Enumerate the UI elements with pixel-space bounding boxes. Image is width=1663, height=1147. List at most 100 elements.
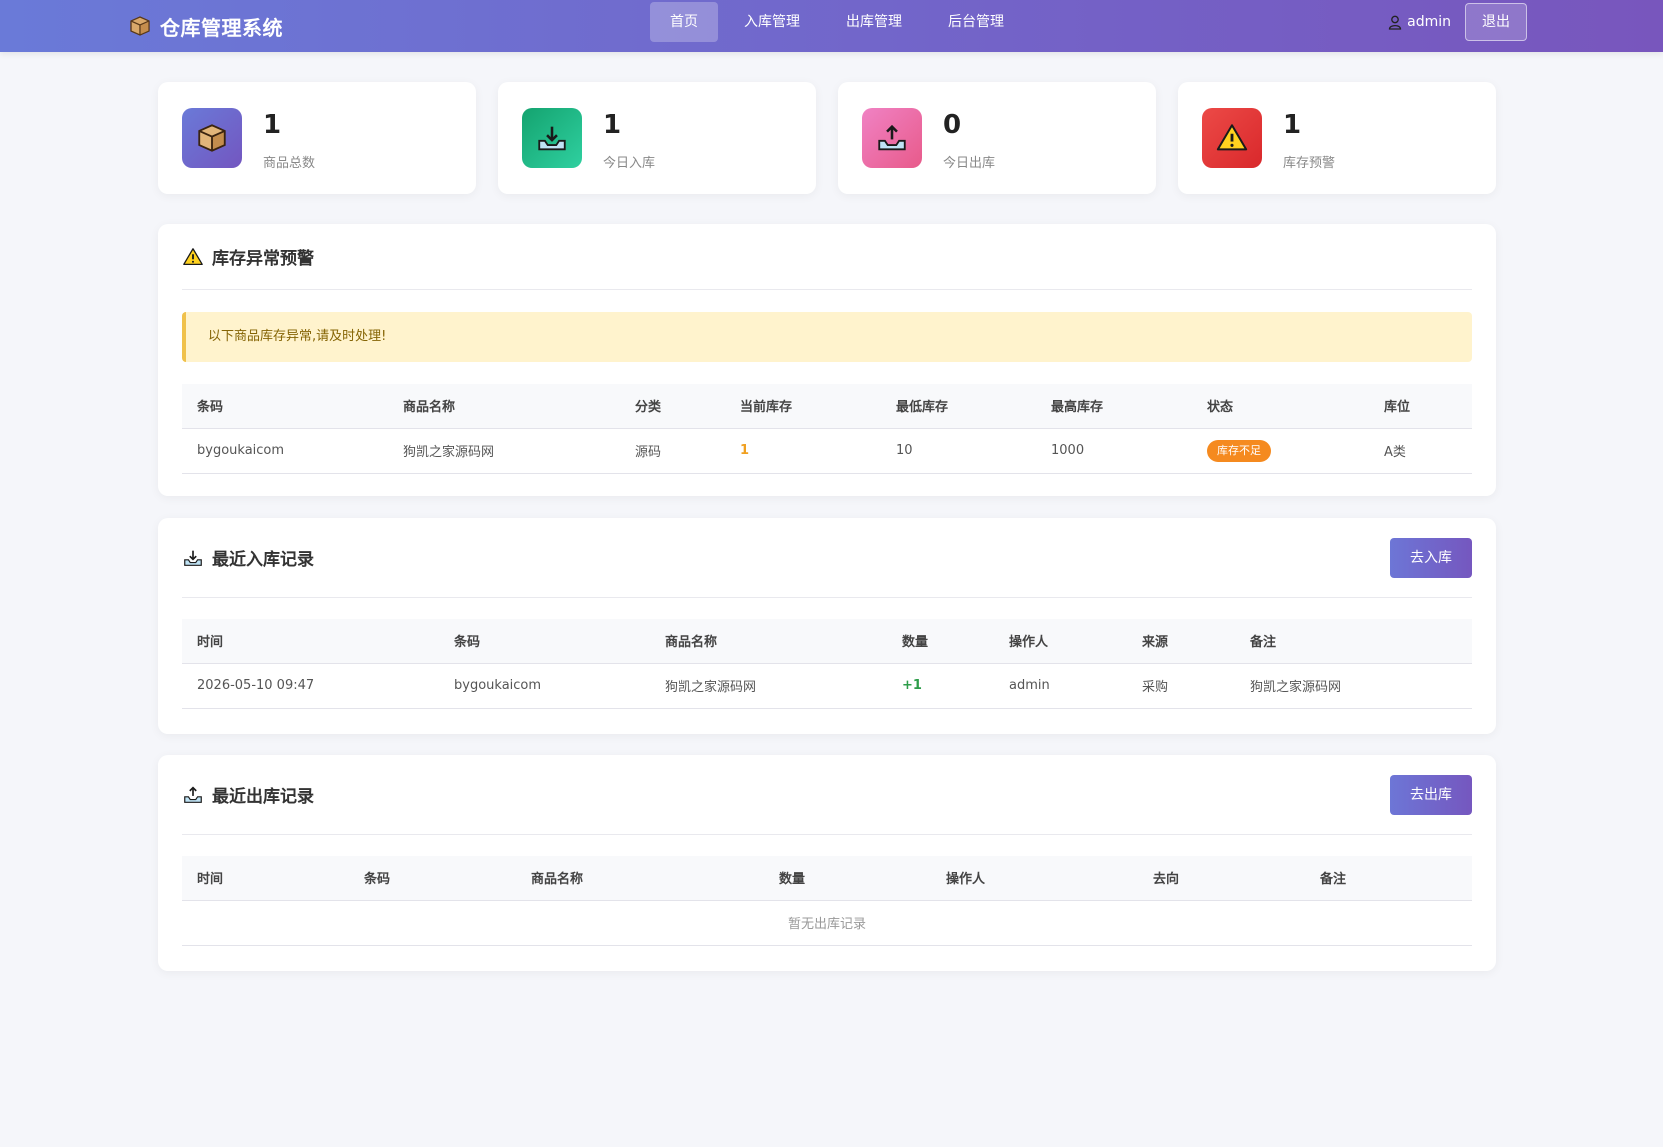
box-icon — [198, 124, 226, 152]
stat-value: 1 — [1283, 110, 1302, 140]
go-outbound-button[interactable]: 去出库 — [1390, 774, 1472, 815]
cell-barcode: bygoukaicom — [182, 428, 388, 474]
stat-card-total-products: 1 商品总数 — [158, 82, 476, 194]
panel-title: 库存异常预警 — [182, 244, 314, 269]
table-header-row: 时间 条码 商品名称 数量 操作人 来源 备注 — [182, 619, 1472, 664]
stat-cards: 1 商品总数 1 今日入库 0 今日出库 1 库存预警 — [158, 82, 1496, 194]
cell-time: 2026-05-10 09:47 — [182, 663, 439, 709]
cell-location: A类 — [1369, 428, 1472, 474]
inbox-in-icon — [184, 550, 202, 566]
column-header: 商品名称 — [388, 384, 620, 429]
stat-badge — [862, 108, 922, 168]
cell-remark: 狗凯之家源码网 — [1235, 663, 1472, 709]
logout-button[interactable]: 退出 — [1465, 3, 1527, 41]
column-header: 来源 — [1127, 619, 1235, 664]
empty-state-text: 暂无出库记录 — [182, 900, 1472, 946]
alert-notice: 以下商品库存异常,请及时处理! — [182, 312, 1472, 362]
column-header: 条码 — [182, 384, 388, 429]
user-area: admin 退出 — [1387, 3, 1527, 41]
nav-home[interactable]: 首页 — [650, 2, 718, 42]
cell-current-stock: 1 — [725, 428, 881, 474]
column-header: 备注 — [1235, 619, 1472, 664]
nav-admin[interactable]: 后台管理 — [928, 2, 1024, 42]
cell-barcode: bygoukaicom — [439, 663, 650, 709]
warning-icon — [183, 247, 203, 265]
column-header: 当前库存 — [725, 384, 881, 429]
panel-title-text: 库存异常预警 — [212, 249, 314, 269]
inbox-in-icon — [538, 126, 566, 151]
nav-outbound[interactable]: 出库管理 — [826, 2, 922, 42]
cell-product-name: 狗凯之家源码网 — [650, 663, 887, 709]
inbox-out-icon — [184, 785, 202, 803]
panel-title: 最近出库记录 — [182, 782, 314, 807]
column-header: 操作人 — [994, 619, 1127, 664]
top-navbar: 仓库管理系统 首页 入库管理 出库管理 后台管理 admin 退出 — [0, 0, 1663, 52]
stat-badge — [1202, 108, 1262, 168]
status-badge: 库存不足 — [1207, 439, 1271, 462]
column-header: 时间 — [182, 856, 349, 901]
column-header: 商品名称 — [650, 619, 887, 664]
box-icon — [130, 16, 150, 36]
alert-table: 条码 商品名称 分类 当前库存 最低库存 最高库存 状态 库位 bygoukai… — [182, 384, 1472, 474]
brand-title: 仓库管理系统 — [160, 15, 283, 40]
brand[interactable]: 仓库管理系统 — [128, 10, 283, 42]
inbound-table: 时间 条码 商品名称 数量 操作人 来源 备注 2026-05-10 09:47… — [182, 619, 1472, 709]
stat-label: 商品总数 — [263, 156, 316, 171]
panel-title: 最近入库记录 — [182, 545, 314, 570]
username: admin — [1407, 14, 1451, 30]
stat-label: 今日入库 — [603, 156, 656, 171]
stat-card-today-inbound: 1 今日入库 — [498, 82, 816, 194]
column-header: 状态 — [1192, 384, 1369, 429]
current-user: admin — [1387, 14, 1451, 30]
stat-label: 今日出库 — [943, 156, 996, 171]
column-header: 操作人 — [931, 856, 1138, 901]
stat-badge — [522, 108, 582, 168]
stock-alert-panel: 库存异常预警 以下商品库存异常,请及时处理! 条码 商品名称 分类 当前库存 最… — [158, 224, 1496, 496]
go-inbound-button[interactable]: 去入库 — [1390, 537, 1472, 578]
table-row: 2026-05-10 09:47 bygoukaicom 狗凯之家源码网 +1 … — [182, 663, 1472, 709]
table-header-row: 条码 商品名称 分类 当前库存 最低库存 最高库存 状态 库位 — [182, 384, 1472, 429]
cell-operator: admin — [994, 663, 1127, 709]
panel-header: 最近入库记录 去入库 — [182, 518, 1472, 598]
stat-value: 1 — [603, 110, 622, 140]
panel-title-text: 最近出库记录 — [212, 787, 314, 807]
panel-title-text: 最近入库记录 — [212, 550, 314, 570]
panel-header: 最近出库记录 去出库 — [182, 755, 1472, 835]
warning-icon — [1216, 124, 1248, 151]
user-icon — [1388, 15, 1402, 30]
column-header: 分类 — [620, 384, 725, 429]
inbox-out-icon — [878, 124, 906, 151]
stat-card-stock-warning: 1 库存预警 — [1178, 82, 1496, 194]
column-header: 条码 — [439, 619, 650, 664]
column-header: 数量 — [887, 619, 994, 664]
cell-source: 采购 — [1127, 663, 1235, 709]
table-row: bygoukaicom 狗凯之家源码网 源码 1 10 1000 库存不足 A类 — [182, 428, 1472, 474]
column-header: 备注 — [1305, 856, 1472, 901]
cell-category: 源码 — [620, 428, 725, 474]
cell-max-stock: 1000 — [1036, 428, 1192, 474]
cell-status: 库存不足 — [1192, 428, 1369, 474]
cell-quantity: +1 — [887, 663, 994, 709]
stat-label: 库存预警 — [1283, 156, 1336, 171]
table-row-empty: 暂无出库记录 — [182, 900, 1472, 946]
panel-header: 库存异常预警 — [182, 224, 1472, 290]
stat-value: 0 — [943, 110, 962, 140]
recent-outbound-panel: 最近出库记录 去出库 时间 条码 商品名称 数量 操作人 去向 备注 暂无出库记… — [158, 755, 1496, 971]
column-header: 数量 — [764, 856, 931, 901]
column-header: 时间 — [182, 619, 439, 664]
outbound-table: 时间 条码 商品名称 数量 操作人 去向 备注 暂无出库记录 — [182, 856, 1472, 946]
column-header: 最低库存 — [881, 384, 1036, 429]
main-nav: 首页 入库管理 出库管理 后台管理 — [650, 2, 1030, 42]
stat-value: 1 — [263, 110, 282, 140]
column-header: 去向 — [1138, 856, 1305, 901]
column-header: 商品名称 — [516, 856, 764, 901]
cell-product-name: 狗凯之家源码网 — [388, 428, 620, 474]
stat-card-today-outbound: 0 今日出库 — [838, 82, 1156, 194]
column-header: 最高库存 — [1036, 384, 1192, 429]
column-header: 库位 — [1369, 384, 1472, 429]
cell-min-stock: 10 — [881, 428, 1036, 474]
stat-badge — [182, 108, 242, 168]
column-header: 条码 — [349, 856, 516, 901]
nav-inbound[interactable]: 入库管理 — [724, 2, 820, 42]
table-header-row: 时间 条码 商品名称 数量 操作人 去向 备注 — [182, 856, 1472, 901]
